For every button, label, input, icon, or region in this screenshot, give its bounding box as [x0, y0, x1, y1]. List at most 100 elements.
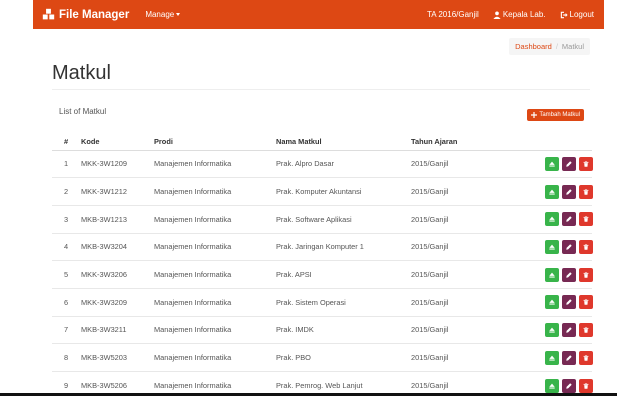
delete-button[interactable]	[579, 295, 593, 310]
table-header: # Kode Prodi Nama Matkul Tahun Ajaran	[52, 134, 592, 151]
cell-number: 6	[52, 287, 81, 317]
table-row: 5 MKK-3W3206 Manajemen Informatika Prak. AP…	[52, 260, 593, 289]
table-row: 2 MKK-3W1212 Manajemen Informatika Prak. Ko…	[52, 177, 593, 206]
eject-icon	[549, 161, 555, 167]
delete-button[interactable]	[579, 350, 593, 365]
edit-button[interactable]	[562, 267, 576, 282]
col-number: #	[52, 134, 81, 151]
table-row: 4 MKB-3W3204 Manajemen Informatika Prak. Ja…	[52, 232, 593, 261]
trash-icon	[583, 244, 589, 250]
cell-actions	[511, 232, 593, 261]
cell-prodi: Manajemen Informatika	[154, 177, 276, 206]
row-actions	[545, 378, 593, 393]
view-button[interactable]	[545, 267, 559, 282]
edit-button[interactable]	[562, 239, 576, 254]
cell-prodi: Manajemen Informatika	[154, 315, 276, 344]
logout-link[interactable]: Logout	[560, 10, 594, 19]
breadcrumb: Dashboard / Matkul	[509, 38, 590, 55]
row-actions	[545, 322, 593, 337]
pencil-icon	[566, 216, 572, 222]
pencil-icon	[566, 354, 572, 361]
period-link[interactable]: TA 2016/Ganjil	[427, 10, 479, 19]
pencil-icon	[566, 244, 572, 250]
cell-kode: MKB-3W5203	[81, 343, 154, 372]
col-actions	[511, 134, 592, 151]
user-link[interactable]: Kepala Lab.	[493, 10, 546, 19]
edit-button[interactable]	[562, 212, 576, 227]
delete-button[interactable]	[579, 184, 593, 199]
add-matkul-label: Tambah Matkul	[539, 112, 580, 118]
delete-button[interactable]	[579, 212, 593, 227]
cell-actions	[511, 204, 593, 234]
cell-nama-matkul: Prak. Komputer Akuntansi	[276, 177, 411, 206]
view-button[interactable]	[545, 212, 559, 227]
cell-kode: MKK-3W3206	[81, 260, 154, 289]
view-button[interactable]	[545, 184, 559, 199]
cell-prodi: Manajemen Informatika	[154, 204, 276, 234]
edit-button[interactable]	[562, 156, 576, 171]
matkul-table: # Kode Prodi Nama Matkul Tahun Ajaran 1M…	[52, 134, 593, 396]
header-row: # Kode Prodi Nama Matkul Tahun Ajaran	[52, 134, 592, 151]
row-actions	[545, 156, 593, 171]
row-actions	[545, 267, 593, 282]
brand-link[interactable]: File Manager	[42, 8, 129, 21]
user-icon	[493, 11, 501, 19]
breadcrumb-dashboard[interactable]: Dashboard	[515, 42, 552, 51]
cell-nama-matkul: Prak. Jaringan Komputer 1	[276, 232, 411, 261]
cell-prodi: Manajemen Informatika	[154, 232, 276, 261]
brand-title: File Manager	[59, 8, 130, 21]
cell-prodi: Manajemen Informatika	[154, 287, 276, 317]
cell-actions	[511, 315, 593, 344]
eject-icon	[549, 383, 555, 389]
edit-button[interactable]	[562, 184, 576, 199]
manage-label: Manage	[145, 10, 175, 19]
edit-button[interactable]	[562, 378, 576, 393]
trash-icon	[583, 216, 589, 222]
view-button[interactable]	[545, 322, 559, 337]
cell-tahun-ajaran: 2015/Ganjil	[411, 315, 511, 344]
view-button[interactable]	[545, 350, 559, 365]
cell-number: 2	[52, 177, 81, 206]
col-nama-matkul: Nama Matkul	[276, 134, 411, 151]
left-margin	[0, 0, 33, 396]
add-matkul-button[interactable]: Tambah Matkul	[527, 109, 584, 121]
delete-button[interactable]	[579, 322, 593, 337]
delete-button[interactable]	[579, 378, 593, 393]
cell-actions	[511, 149, 593, 178]
eject-icon	[549, 244, 555, 250]
cell-tahun-ajaran: 2015/Ganjil	[411, 204, 511, 234]
view-button[interactable]	[545, 295, 559, 310]
cell-number: 7	[52, 315, 81, 344]
eject-icon	[549, 299, 555, 305]
pencil-icon	[566, 188, 572, 195]
delete-button[interactable]	[579, 156, 593, 171]
table-row: 1 MKK-3W1209 Manajemen Informatika Prak. Al…	[52, 149, 593, 178]
cell-tahun-ajaran: 2015/Ganjil	[411, 149, 511, 178]
trash-icon	[583, 327, 589, 333]
trash-icon	[583, 271, 589, 278]
row-actions	[545, 212, 593, 227]
view-button[interactable]	[545, 378, 559, 393]
delete-button[interactable]	[579, 267, 593, 282]
cell-actions	[511, 177, 593, 206]
row-actions	[545, 184, 593, 199]
edit-button[interactable]	[562, 322, 576, 337]
col-prodi: Prodi	[154, 134, 276, 151]
page-title: Matkul	[52, 62, 111, 84]
view-button[interactable]	[545, 239, 559, 254]
breadcrumb-separator: /	[555, 42, 558, 51]
trash-icon	[583, 354, 589, 361]
eject-icon	[549, 272, 555, 278]
breadcrumb-current: Matkul	[561, 42, 584, 51]
col-tahun-ajaran: Tahun Ajaran	[411, 134, 511, 151]
table-row: 7 MKB-3W3211 Manajemen Informatika Prak. IM…	[52, 315, 593, 344]
app-window: File Manager Manage TA 2016/Ganjil Kepal…	[33, 0, 604, 396]
edit-button[interactable]	[562, 295, 576, 310]
delete-button[interactable]	[579, 239, 593, 254]
view-button[interactable]	[545, 156, 559, 171]
edit-button[interactable]	[562, 350, 576, 365]
cell-prodi: Manajemen Informatika	[154, 149, 276, 178]
manage-dropdown[interactable]: Manage	[145, 10, 181, 19]
cell-actions	[511, 260, 593, 289]
cell-kode: MKK-3W3209	[81, 287, 154, 317]
